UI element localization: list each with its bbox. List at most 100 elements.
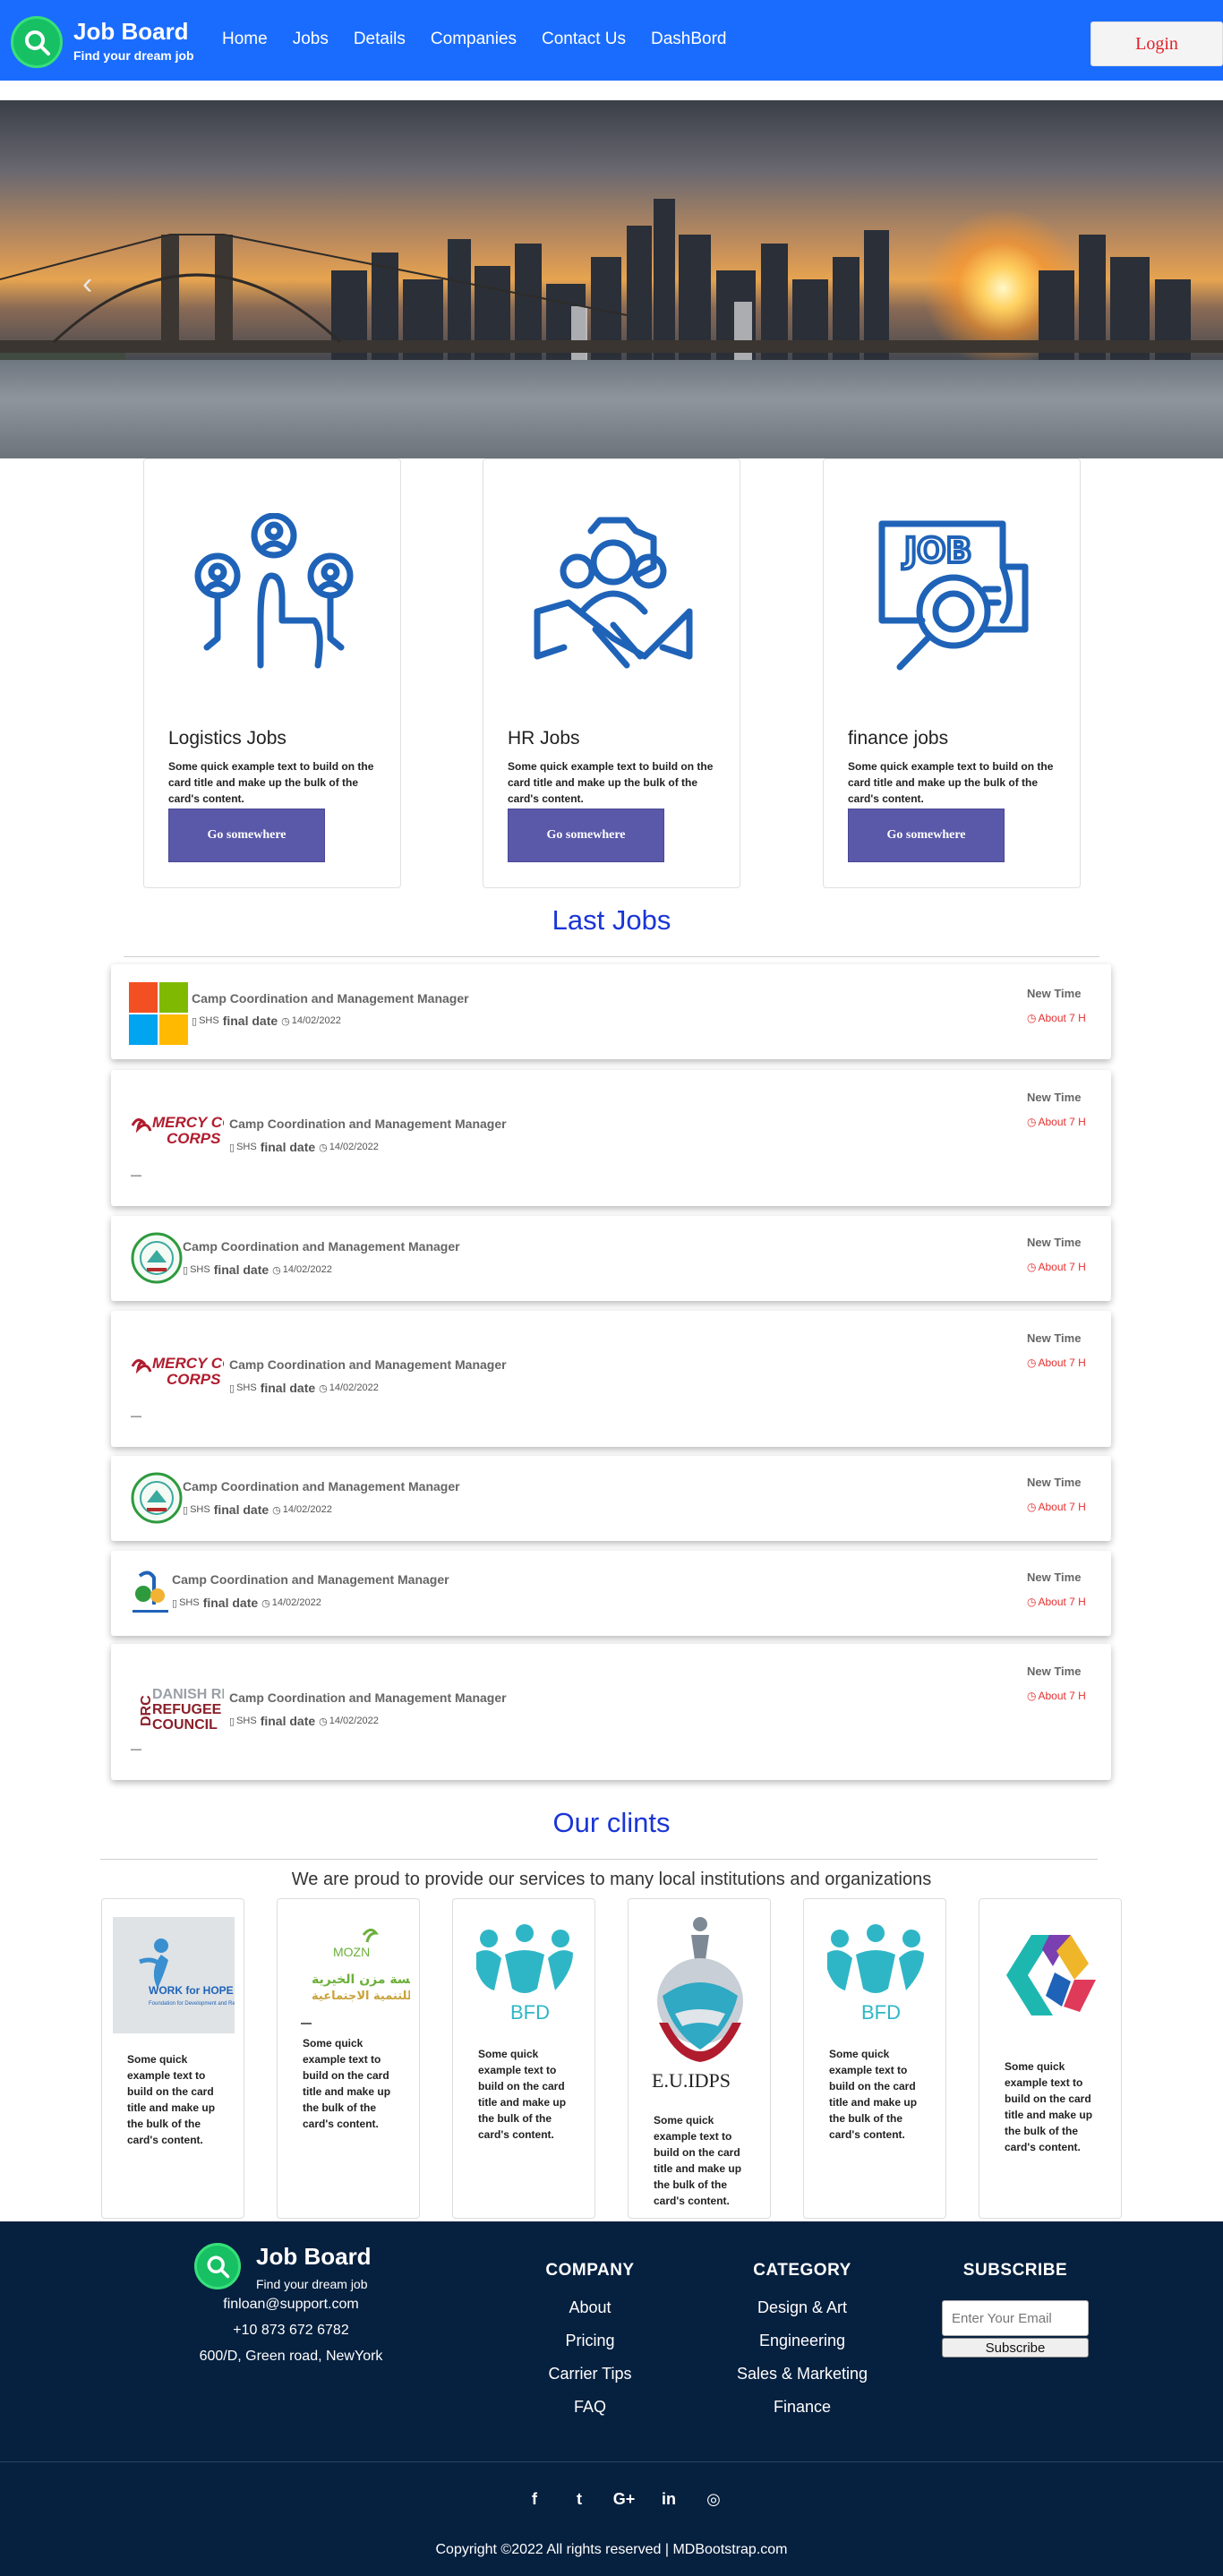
footer-subscribe-column: SUBSCRIBE xyxy=(926,2261,1105,2281)
job-board-logo[interactable] xyxy=(11,16,63,68)
dribbble-icon[interactable]: ◎ xyxy=(691,2490,736,2509)
svg-text:WORK for HOPE: WORK for HOPE xyxy=(149,1984,234,1997)
clock-icon: ◷ xyxy=(1027,1596,1037,1608)
nav-details[interactable]: Details xyxy=(354,30,406,49)
svg-text:DANISH REFUGEE COUNCIL: DANISH REFUGEE COUNCIL xyxy=(152,1687,224,1702)
footer-brand-tagline: Find your dream job xyxy=(256,2277,368,2291)
time-ago: ◷ About 7 H xyxy=(1027,1116,1086,1128)
footer-link-design-art[interactable]: Design & Art xyxy=(713,2298,892,2332)
google-plus-icon[interactable]: G+ xyxy=(602,2490,646,2509)
footer-link-pricing[interactable]: Pricing xyxy=(500,2332,680,2365)
footer-link-about[interactable]: About xyxy=(500,2298,680,2332)
job-meta: ▯ SHS final date ◷ 14/02/2022 xyxy=(183,1262,332,1277)
footer-email[interactable]: finloan@support.com xyxy=(143,2297,439,2313)
twitter-icon[interactable]: t xyxy=(557,2490,602,2509)
placeholder-dash: — xyxy=(131,1168,141,1181)
job-search-icon: JOB xyxy=(878,520,1029,671)
footer-link-faq[interactable]: FAQ xyxy=(500,2398,680,2431)
geometric-logo xyxy=(1006,1935,1096,2015)
footer-logo[interactable] xyxy=(194,2243,241,2289)
job-row[interactable]: Camp Coordination and Management Manager… xyxy=(111,1551,1111,1636)
email-field[interactable]: Enter Your Email xyxy=(942,2300,1089,2336)
job-meta: ▯ SHS final date ◷ 14/02/2022 xyxy=(172,1596,321,1610)
subscribe-button[interactable]: Subscribe xyxy=(942,2338,1089,2358)
job-title[interactable]: Camp Coordination and Management Manager xyxy=(183,1479,460,1493)
footer-divider xyxy=(0,2461,1223,2462)
svg-text:REFUGEE: REFUGEE xyxy=(152,1702,222,1717)
client-text: Some quick example text to build on the … xyxy=(478,2048,567,2141)
job-row[interactable]: Camp Coordination and Management Manager… xyxy=(111,964,1111,1059)
job-title[interactable]: Camp Coordination and Management Manager xyxy=(229,1357,507,1372)
job-meta: ▯ SHS final date ◷ 14/02/2022 xyxy=(229,1381,379,1395)
job-row[interactable]: Camp Coordination and Management Manager… xyxy=(111,1456,1111,1541)
job-row[interactable]: MERCY CORPS CORPS Camp Coordination and … xyxy=(111,1070,1111,1206)
placeholder-dash: — xyxy=(131,1409,141,1422)
linkedin-icon[interactable]: in xyxy=(646,2490,691,2509)
svg-text:BFD: BFD xyxy=(510,2001,550,2024)
site-footer: Job Board Find your dream job finloan@su… xyxy=(0,2221,1223,2576)
final-date-label: final date xyxy=(213,1262,269,1277)
job-row[interactable]: Camp Coordination and Management Manager… xyxy=(111,1216,1111,1301)
divider xyxy=(100,1859,1098,1860)
job-location: SHS xyxy=(236,1382,257,1393)
job-title[interactable]: Camp Coordination and Management Manager xyxy=(229,1690,507,1705)
nav-contact-us[interactable]: Contact Us xyxy=(542,30,626,49)
job-row[interactable]: DRC DANISH REFUGEE COUNCIL REFUGEE COUNC… xyxy=(111,1644,1111,1780)
job-title[interactable]: Camp Coordination and Management Manager xyxy=(192,991,469,1006)
job-title[interactable]: Camp Coordination and Management Manager xyxy=(229,1117,507,1131)
go-somewhere-button[interactable]: Go somewhere xyxy=(168,809,325,862)
job-title[interactable]: Camp Coordination and Management Manager xyxy=(183,1239,460,1254)
client-text: Some quick example text to build on the … xyxy=(303,2037,391,2130)
job-date: 14/02/2022 xyxy=(291,1015,341,1026)
time-ago: ◷ About 7 H xyxy=(1027,1596,1086,1608)
search-icon xyxy=(207,2255,230,2279)
footer-link-carrier-tips[interactable]: Carrier Tips xyxy=(500,2365,680,2398)
client-text: Some quick example text to build on the … xyxy=(1005,2060,1093,2153)
subscribe-heading: SUBSCRIBE xyxy=(962,2261,1068,2280)
clock-icon: ◷ xyxy=(1027,1501,1037,1513)
nav-home[interactable]: Home xyxy=(222,30,268,49)
carousel-prev-icon[interactable]: ‹ xyxy=(82,267,92,302)
client-text: Some quick example text to build on the … xyxy=(127,2053,216,2146)
main-menu: Home Jobs Details Companies Contact Us D… xyxy=(222,30,752,49)
brand-title[interactable]: Job Board xyxy=(73,18,189,46)
new-time-label: New Time xyxy=(1027,1236,1082,1249)
go-somewhere-button[interactable]: Go somewhere xyxy=(848,809,1005,862)
job-location: SHS xyxy=(236,1716,257,1726)
job-title[interactable]: Camp Coordination and Management Manager xyxy=(172,1572,449,1587)
category-title: Logistics Jobs xyxy=(168,728,287,749)
company-heading: COMPANY xyxy=(545,2261,635,2280)
clients-subtitle: We are proud to provide our services to … xyxy=(291,1870,932,1889)
divider xyxy=(124,956,1099,957)
svg-text:MERCY CORPS: MERCY CORPS xyxy=(152,1355,224,1372)
hero-carousel: ‹ xyxy=(0,100,1223,458)
placeholder-dash: — xyxy=(131,1742,141,1755)
job-date: 14/02/2022 xyxy=(329,1716,379,1726)
svg-text:JOB: JOB xyxy=(902,531,971,570)
go-somewhere-button[interactable]: Go somewhere xyxy=(508,809,664,862)
footer-link-engineering[interactable]: Engineering xyxy=(713,2332,892,2365)
time-ago: ◷ About 7 H xyxy=(1027,1012,1086,1024)
svg-text:E.U.IDPS: E.U.IDPS xyxy=(652,2069,731,2091)
footer-link-sales-marketing[interactable]: Sales & Marketing xyxy=(713,2365,892,2398)
clock-icon: ◷ xyxy=(1027,1012,1037,1024)
footer-link-finance[interactable]: Finance xyxy=(713,2398,892,2431)
final-date-label: final date xyxy=(260,1381,316,1395)
nav-jobs[interactable]: Jobs xyxy=(293,30,329,49)
category-card-finance: JOB finance jobs Some quick example text… xyxy=(823,458,1081,888)
clock-icon: ◷ xyxy=(281,1015,290,1027)
job-row[interactable]: MERCY CORPS CORPS Camp Coordination and … xyxy=(111,1311,1111,1447)
svg-text:MOZN: MOZN xyxy=(333,1945,370,1959)
category-card-hr: HR Jobs Some quick example text to build… xyxy=(483,458,740,888)
nav-dashboard[interactable]: DashBord xyxy=(651,30,727,49)
client-card: E.U.IDPS Some quick example text to buil… xyxy=(628,1898,771,2219)
top-navbar: Job Board Find your dream job Home Jobs … xyxy=(0,0,1223,81)
facebook-icon[interactable]: f xyxy=(512,2490,557,2509)
nav-companies[interactable]: Companies xyxy=(431,30,517,49)
small-emblem-logo xyxy=(133,1570,168,1613)
login-button[interactable]: Login xyxy=(1090,21,1223,66)
mercy-corps-logo: MERCY CORPS CORPS xyxy=(131,1114,224,1147)
green-seal-logo xyxy=(131,1472,183,1524)
client-text: Some quick example text to build on the … xyxy=(829,2048,918,2141)
footer-phone[interactable]: +10 873 672 6782 xyxy=(143,2323,439,2339)
